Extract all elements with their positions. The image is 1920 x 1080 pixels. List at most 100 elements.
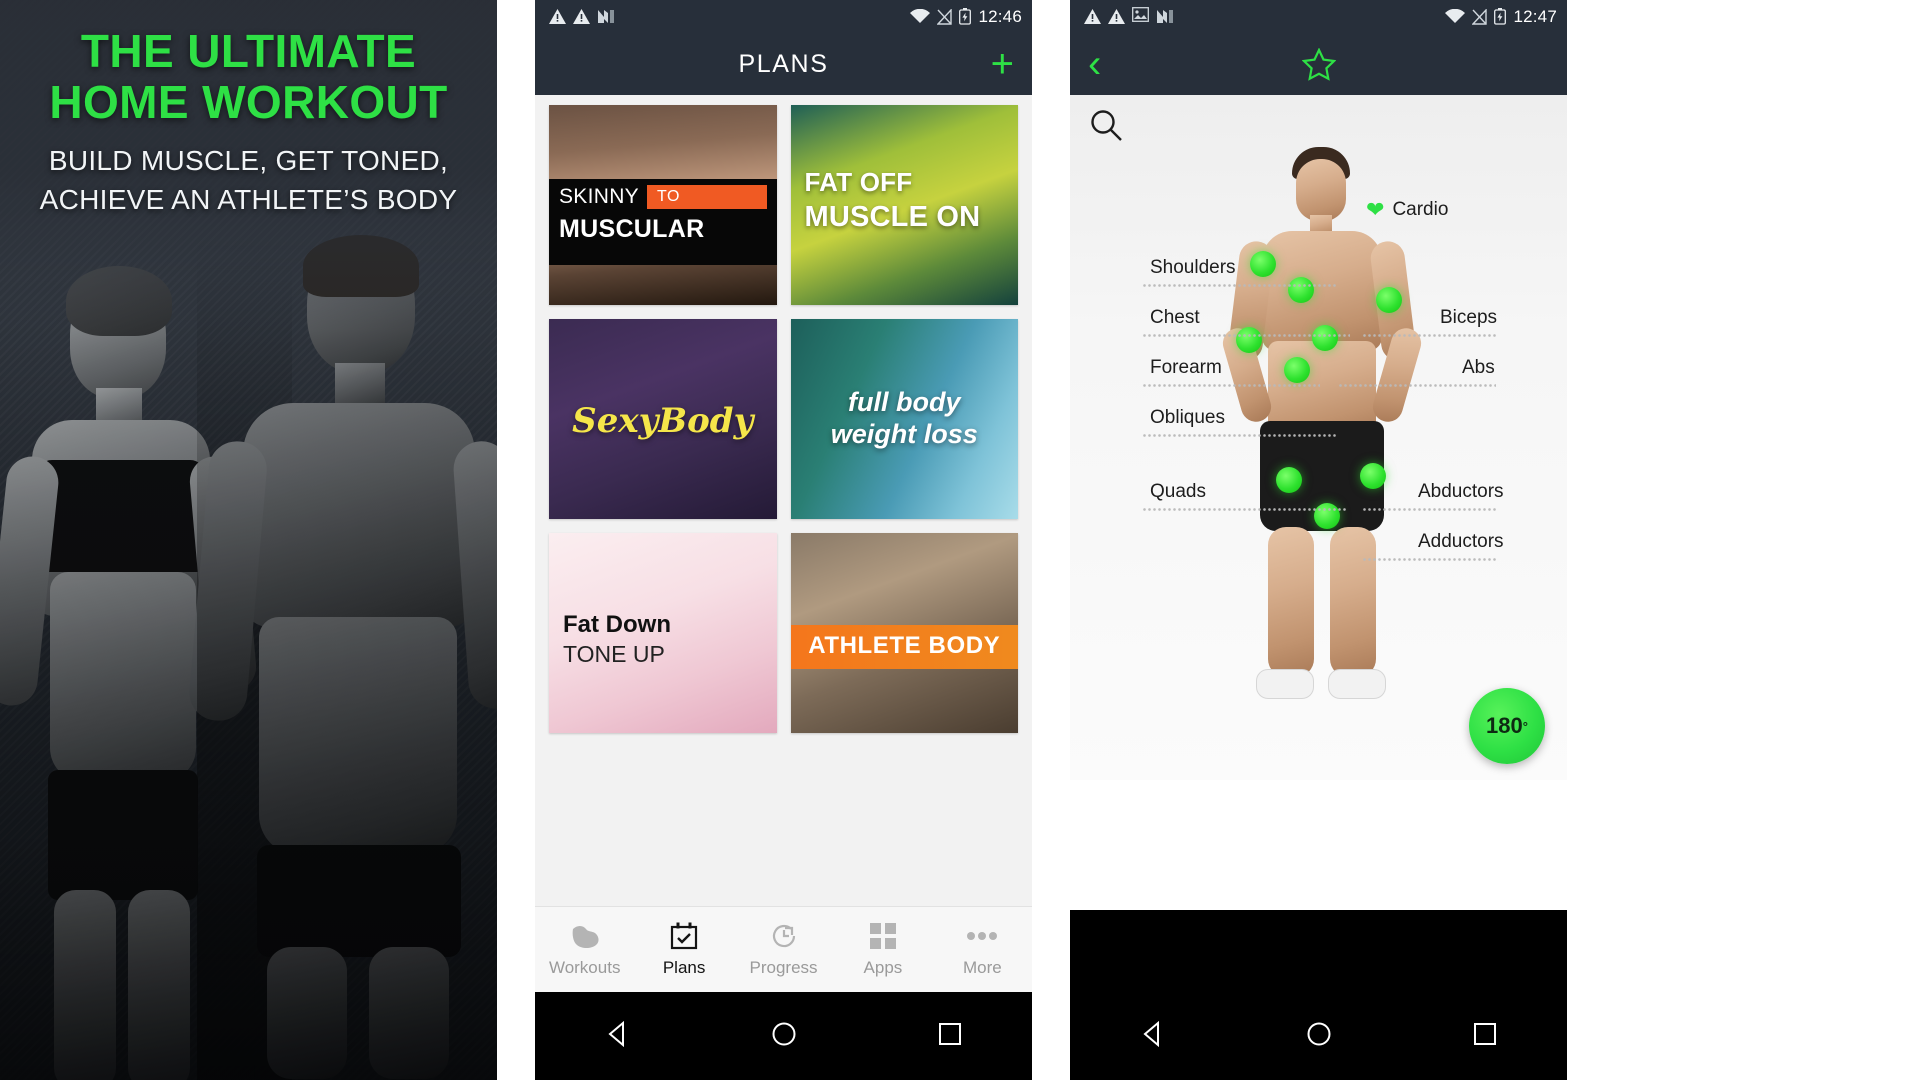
rotate-180-button[interactable]: 180 ° (1469, 688, 1545, 764)
plan-card-fat-off-muscle-on[interactable]: FAT OFF MUSCLE ON (790, 105, 1018, 305)
home-circle-icon[interactable] (1306, 1021, 1332, 1052)
system-navigation-bar (535, 992, 1032, 1080)
muscle-label-quads[interactable]: Quads (1150, 481, 1206, 503)
plan-card-skinny-to-muscular[interactable]: SKINNY TO MUSCULAR (549, 105, 777, 305)
leader-line-abs (1338, 383, 1496, 389)
heart-icon: ❤ (1366, 197, 1385, 222)
leader-line-adductors (1362, 557, 1496, 563)
search-button[interactable] (1088, 107, 1124, 148)
leader-line-biceps (1362, 333, 1496, 339)
plan-card-sexy-body[interactable]: SexyBody (549, 319, 777, 519)
card-line1: SKINNY (559, 185, 639, 208)
warning-icon (549, 9, 566, 24)
cardio-label: Cardio (1392, 199, 1449, 220)
warning-icon-2 (1108, 9, 1125, 24)
status-right-cluster: 12:46 (910, 7, 1022, 27)
nav-label: Plans (662, 958, 706, 977)
grid-apps-icon (869, 921, 896, 951)
nav-label: Workouts (548, 958, 621, 977)
rotate-value: 180 (1486, 713, 1523, 738)
back-triangle-icon[interactable] (605, 1020, 631, 1052)
battery-charging-icon (1494, 8, 1507, 25)
muscle-dot-obliques[interactable] (1283, 357, 1310, 383)
search-icon (1088, 110, 1124, 147)
recents-square-icon[interactable] (938, 1022, 962, 1051)
muscle-label-shoulders[interactable]: Shoulders (1150, 257, 1236, 279)
nav-tab-plans[interactable]: Plans (634, 921, 733, 978)
plans-grid-container: SKINNY TO MUSCULAR FAT OFF MUSCLE ON Sex… (535, 95, 1032, 957)
plan-card-fat-down-tone-up[interactable]: Fat Down TONE UP (549, 533, 777, 733)
body-map-phone-panel: 12:47 ‹ ❤ Cardio Shoulders Chest Forearm… (1070, 0, 1567, 1080)
back-triangle-icon[interactable] (1140, 1020, 1166, 1052)
card-badge: TO (647, 185, 767, 209)
add-plan-button[interactable]: + (991, 44, 1014, 84)
hero-title-line2: HOME WORKOUT (49, 75, 448, 128)
muscle-dot-biceps[interactable] (1375, 287, 1402, 313)
back-button[interactable]: ‹ (1088, 44, 1101, 84)
hero-text-block: THE ULTIMATE HOME WORKOUT BUILD MUSCLE, … (0, 0, 497, 218)
leader-line-abductors (1362, 507, 1496, 513)
home-circle-icon[interactable] (771, 1021, 797, 1052)
nav-tab-more[interactable]: More (933, 921, 1032, 978)
leader-line-obliques (1142, 433, 1338, 439)
nav-tab-progress[interactable]: Progress (734, 921, 833, 978)
muscle-label-biceps[interactable]: Biceps (1440, 307, 1497, 329)
muscle-dot-shoulders[interactable] (1249, 251, 1276, 277)
black-filler (1070, 910, 1567, 992)
image-icon (1132, 6, 1149, 27)
muscle-label-abs[interactable]: Abs (1462, 357, 1495, 379)
card-line2: MUSCLE ON (804, 201, 981, 233)
hero-title-line1: THE ULTIMATE (80, 25, 417, 77)
status-bar: 12:46 (535, 0, 1032, 33)
signal-off-icon (1472, 8, 1488, 25)
muscle-label-abductors[interactable]: Abductors (1418, 481, 1504, 503)
nfc-icon (597, 9, 615, 24)
status-bar: 12:47 (1070, 0, 1567, 33)
card-title: full body weight loss (791, 387, 1019, 451)
plans-app-bar: PLANS + (535, 33, 1032, 95)
battery-charging-icon (959, 8, 972, 25)
bicep-icon (570, 921, 600, 951)
warning-icon-2 (573, 9, 590, 24)
hero-athletes-photo (0, 235, 497, 1080)
nav-tab-apps[interactable]: Apps (833, 921, 932, 978)
cardio-item[interactable]: ❤ Cardio (1366, 199, 1448, 221)
card-line2: weight loss (830, 418, 978, 449)
wifi-icon (910, 9, 931, 23)
status-right-cluster: 12:47 (1445, 7, 1557, 27)
muscle-label-obliques[interactable]: Obliques (1150, 407, 1225, 429)
muscle-dot-forearm[interactable] (1235, 327, 1262, 353)
bottom-navigation: Workouts Plans Progress Apps More (535, 906, 1032, 992)
nav-label: Apps (863, 958, 903, 977)
wifi-icon (1445, 9, 1466, 23)
plans-phone-panel: 12:46 PLANS + SKINNY TO MUSCULAR FAT OFF (535, 0, 1032, 1080)
muscle-label-chest[interactable]: Chest (1150, 307, 1200, 329)
nav-tab-workouts[interactable]: Workouts (535, 921, 634, 978)
recents-square-icon[interactable] (1473, 1022, 1497, 1051)
muscle-dot-quads[interactable] (1275, 467, 1302, 493)
card-line1: FAT OFF (804, 167, 913, 197)
nav-label: Progress (749, 958, 818, 977)
muscle-label-adductors[interactable]: Adductors (1418, 531, 1504, 553)
system-navigation-bar (1070, 992, 1567, 1080)
card-title-row: SKINNY TO (559, 185, 767, 209)
muscle-dot-abductors[interactable] (1359, 463, 1386, 489)
body-map-area: ❤ Cardio Shoulders Chest Forearm Oblique… (1070, 95, 1567, 780)
plan-card-athlete-body[interactable]: ATHLETE BODY (790, 533, 1018, 733)
card-line1: Fat Down (563, 611, 671, 638)
leader-line-forearm (1142, 383, 1320, 389)
plans-grid: SKINNY TO MUSCULAR FAT OFF MUSCLE ON Sex… (549, 105, 1018, 733)
signal-off-icon (937, 8, 953, 25)
card-line1: SexyBody (572, 401, 754, 441)
hero-subtitle-line1: BUILD MUSCLE, GET TONED, (48, 145, 449, 177)
more-dots-icon (967, 921, 998, 951)
plan-card-full-body-weight-loss[interactable]: full body weight loss (790, 319, 1019, 519)
star-outline-icon (1301, 46, 1336, 81)
muscle-label-forearm[interactable]: Forearm (1150, 357, 1222, 379)
male-athlete-figure (186, 235, 497, 1080)
leader-line-quads (1142, 507, 1346, 513)
favorite-button[interactable] (1070, 46, 1567, 81)
body-figure[interactable] (1194, 145, 1444, 745)
leader-line-shoulders (1142, 283, 1338, 289)
muscle-dot-chest[interactable] (1287, 277, 1314, 303)
